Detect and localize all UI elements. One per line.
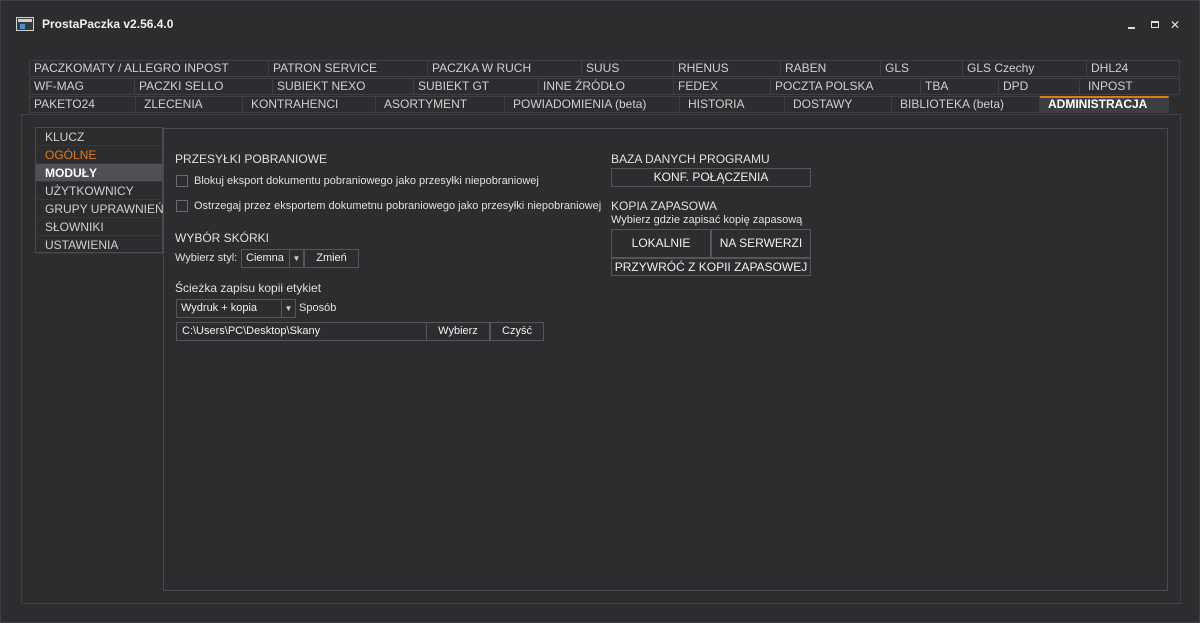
minimize-icon (1128, 27, 1135, 29)
tab-administracja[interactable]: ADMINISTRACJA (1040, 96, 1169, 113)
sidebar-item-ogolne[interactable]: OGÓLNE (36, 146, 162, 164)
tab-raben[interactable]: RABEN (781, 60, 881, 77)
tab-paczka-w-ruch[interactable]: PACZKA W RUCH (428, 60, 582, 77)
tab-subiekt-gt[interactable]: SUBIEKT GT (414, 78, 539, 95)
copy-mode-select[interactable]: Wydruk + kopia ▼ (176, 299, 296, 318)
skin-section-title: WYBÓR SKÓRKI (175, 231, 270, 245)
backup-section-title: KOPIA ZAPASOWA (611, 199, 718, 213)
title-bar: ProstaPaczka v2.56.4.0 ✕ (1, 1, 1199, 49)
sidebar-item-slowniki[interactable]: SŁOWNIKI (36, 218, 162, 236)
tab-asortyment[interactable]: ASORTYMENT (376, 96, 505, 113)
block-export-label: Blokuj eksport dokumentu pobraniowego ja… (194, 175, 539, 187)
db-connection-config-button[interactable]: KONF. POŁĄCZENIA (611, 168, 811, 187)
skin-style-select[interactable]: Ciemna ▼ (241, 249, 304, 268)
tab-inne-zrodlo[interactable]: INNE ŹRÓDŁO (539, 78, 674, 95)
backup-local-button[interactable]: LOKALNIE (611, 229, 711, 258)
block-export-checkbox[interactable] (176, 175, 188, 187)
tab-inpost[interactable]: INPOST (1080, 78, 1180, 95)
sidebar-item-moduly[interactable]: MODUŁY (36, 164, 162, 182)
choose-path-button[interactable]: Wybierz (426, 322, 490, 341)
close-button[interactable]: ✕ (1168, 18, 1182, 32)
tab-subiekt-nexo[interactable]: SUBIEKT NEXO (273, 78, 414, 95)
backup-subtitle: Wybierz gdzie zapisać kopię zapasową (611, 214, 803, 226)
tab-biblioteka[interactable]: BIBLIOTEKA (beta) (892, 96, 1040, 113)
tab-row-3: PAKETO24 ZLECENIA KONTRAHENCI ASORTYMENT… (29, 96, 1169, 113)
dropdown-arrow-icon: ▼ (289, 250, 303, 267)
labels-path-input[interactable]: C:\Users\PC\Desktop\Skany (176, 322, 427, 341)
tab-zlecenia[interactable]: ZLECENIA (136, 96, 243, 113)
admin-sidebar: KLUCZ OGÓLNE MODUŁY UŻYTKOWNICY GRUPY UP… (35, 127, 164, 254)
tab-powiadomienia[interactable]: POWIADOMIENIA (beta) (505, 96, 680, 113)
tab-dostawy[interactable]: DOSTAWY (785, 96, 892, 113)
warn-export-option[interactable]: Ostrzegaj przez eksportem dokumetnu pobr… (176, 200, 601, 212)
change-skin-button[interactable]: Zmień (304, 249, 359, 268)
restore-backup-button[interactable]: PRZYWRÓĆ Z KOPII ZAPASOWEJ (611, 258, 811, 276)
tab-historia[interactable]: HISTORIA (680, 96, 785, 113)
app-window: ProstaPaczka v2.56.4.0 ✕ PACZKOMATY / AL… (0, 0, 1200, 623)
copy-mode-label: Sposób (299, 302, 337, 314)
tab-dpd[interactable]: DPD (999, 78, 1080, 95)
sidebar-item-ustawienia[interactable]: USTAWIENIA (36, 236, 162, 254)
cod-section-title: PRZESYŁKI POBRANIOWE (175, 152, 328, 166)
tab-gls-czechy[interactable]: GLS Czechy (963, 60, 1087, 77)
tab-suus[interactable]: SUUS (582, 60, 674, 77)
window-title: ProstaPaczka v2.56.4.0 (42, 17, 174, 31)
tab-wf-mag[interactable]: WF-MAG (29, 78, 135, 95)
tab-rhenus[interactable]: RHENUS (674, 60, 781, 77)
block-export-option[interactable]: Blokuj eksport dokumentu pobraniowego ja… (176, 175, 539, 187)
sidebar-item-uzytkownicy[interactable]: UŻYTKOWNICY (36, 182, 162, 200)
maximize-icon (1151, 21, 1159, 28)
skin-style-label: Wybierz styl: (175, 252, 238, 264)
warn-export-label: Ostrzegaj przez eksportem dokumetnu pobr… (194, 200, 602, 212)
tab-paczkomaty-allegro-inpost[interactable]: PACZKOMATY / ALLEGRO INPOST (29, 60, 269, 77)
tab-row-1: PACZKOMATY / ALLEGRO INPOST PATRON SERVI… (29, 60, 1180, 77)
clear-path-button[interactable]: Czyść (490, 322, 544, 341)
labels-path-title: Ścieżka zapisu kopii etykiet (175, 281, 322, 295)
sidebar-item-klucz[interactable]: KLUCZ (36, 128, 162, 146)
tab-fedex[interactable]: FEDEX (674, 78, 771, 95)
copy-mode-value: Wydruk + kopia (181, 302, 258, 314)
tab-tba[interactable]: TBA (921, 78, 999, 95)
maximize-button[interactable] (1148, 18, 1162, 32)
app-icon (16, 17, 34, 31)
tab-paczki-sello[interactable]: PACZKI SELLO (135, 78, 273, 95)
tab-row-2: WF-MAG PACZKI SELLO SUBIEKT NEXO SUBIEKT… (29, 78, 1180, 95)
settings-panel (163, 128, 1168, 591)
database-section-title: BAZA DANYCH PROGRAMU (611, 152, 770, 166)
minimize-button[interactable] (1125, 18, 1139, 32)
tab-poczta-polska[interactable]: POCZTA POLSKA (771, 78, 921, 95)
tab-patron-service[interactable]: PATRON SERVICE (269, 60, 428, 77)
warn-export-checkbox[interactable] (176, 200, 188, 212)
backup-server-button[interactable]: NA SERWERZI (711, 229, 811, 258)
tab-dhl24[interactable]: DHL24 (1087, 60, 1180, 77)
tab-paketo24[interactable]: PAKETO24 (29, 96, 136, 113)
tab-kontrahenci[interactable]: KONTRAHENCI (243, 96, 376, 113)
tab-gls[interactable]: GLS (881, 60, 963, 77)
dropdown-arrow-icon: ▼ (281, 300, 295, 317)
sidebar-item-grupy-uprawnien[interactable]: GRUPY UPRAWNIEŃ (36, 200, 164, 218)
skin-style-value: Ciemna (246, 252, 284, 264)
